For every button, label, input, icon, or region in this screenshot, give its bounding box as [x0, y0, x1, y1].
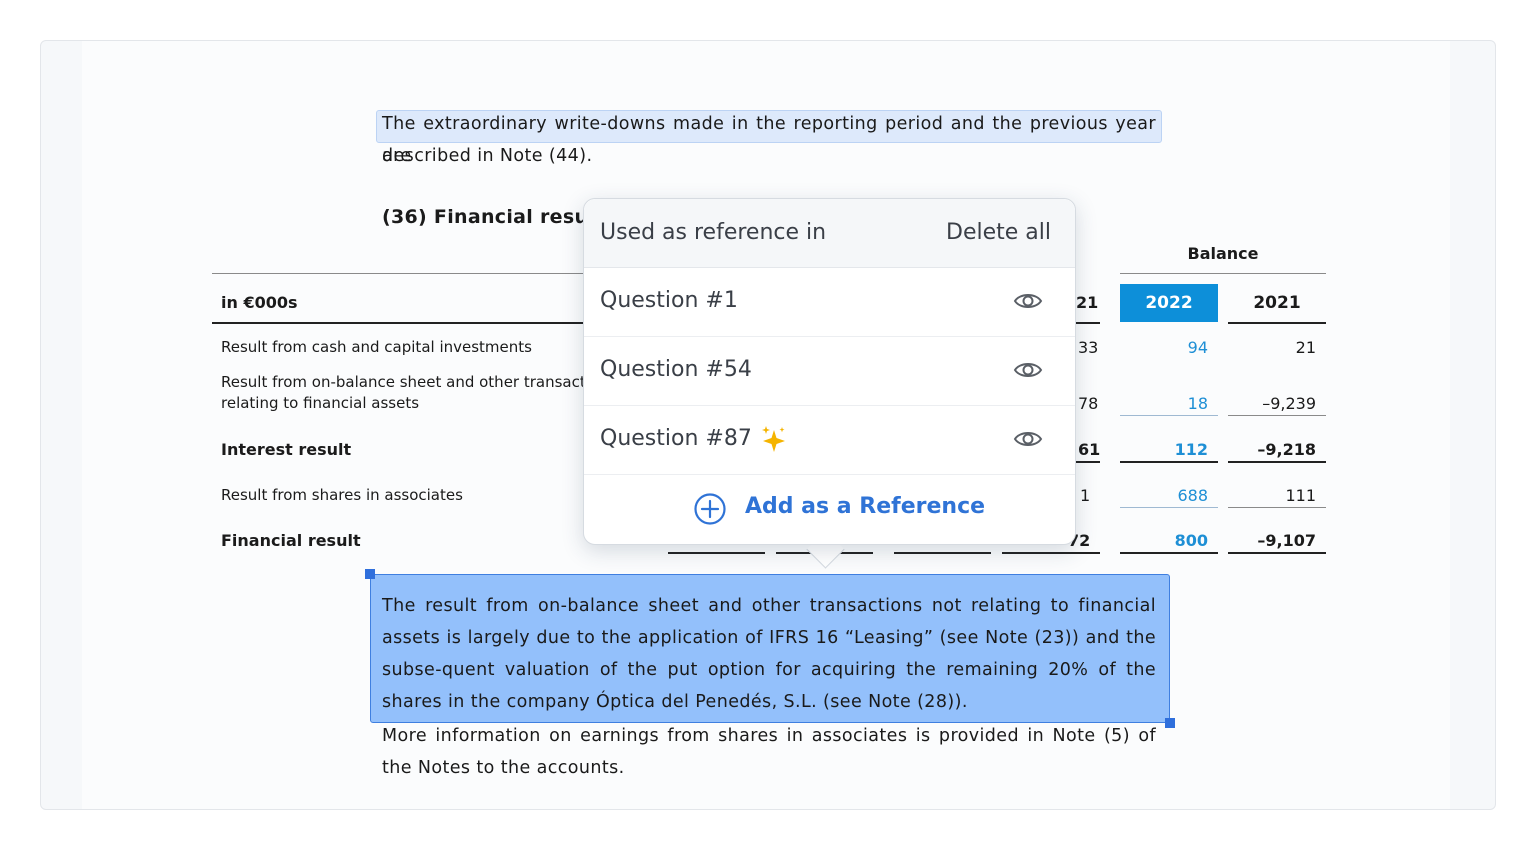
row-rule — [1120, 415, 1218, 416]
reference-item-label: Question #54 — [600, 357, 752, 382]
header-rule-2021 — [1228, 322, 1326, 324]
row-label-line-1: Result from on-balance sheet and other t… — [221, 373, 590, 391]
delete-all-button[interactable]: Delete all — [946, 220, 1051, 245]
reference-item[interactable]: Question #1 — [584, 268, 1075, 337]
row-rule — [1228, 507, 1326, 508]
table-top-rule — [212, 273, 584, 274]
row-value-2021: 21 — [1295, 338, 1316, 357]
row-label: Result from shares in associates — [221, 486, 463, 504]
row-fragment: 78 — [1078, 394, 1099, 413]
row-value-2022[interactable]: 688 — [1118, 486, 1208, 505]
row-label-line-2: relating to financial assets — [221, 394, 420, 412]
row-rule — [1228, 461, 1326, 463]
plus-circle-icon — [693, 492, 727, 530]
row-rule — [1120, 507, 1218, 508]
row-value-2022[interactable]: 800 — [1118, 531, 1208, 550]
row-rule — [668, 552, 765, 554]
year-2022-header[interactable]: 2022 — [1120, 284, 1218, 322]
row-fragment: 61 — [1078, 440, 1101, 459]
popup-header: Used as reference in Delete all — [584, 199, 1075, 268]
balance-top-rule — [1120, 273, 1326, 274]
row-value-2021: –9,107 — [1257, 531, 1316, 550]
row-rule — [1120, 461, 1218, 463]
row-value-2021: –9,218 — [1257, 440, 1316, 459]
row-rule — [1075, 461, 1100, 463]
row-label: Interest result — [221, 440, 352, 459]
unit-label: in €000s — [221, 293, 298, 312]
eye-icon[interactable] — [1013, 428, 1043, 454]
header-rule-frag — [1075, 322, 1100, 324]
paragraph-1-line-2: described in Note (44). — [382, 146, 593, 166]
header-rule — [212, 322, 584, 324]
popup-title: Used as reference in — [600, 220, 827, 245]
sparkle-icon — [760, 424, 788, 458]
reference-item[interactable]: Question #87 — [584, 406, 1075, 475]
row-label: Financial result — [221, 531, 361, 550]
reference-item[interactable]: Question #54 — [584, 337, 1075, 406]
row-rule — [1120, 552, 1218, 554]
selection-handle-end[interactable] — [1165, 718, 1175, 728]
reference-item-label: Question #87 — [600, 426, 752, 451]
row-label: Result from cash and capital investments — [221, 338, 532, 356]
paragraph-3: More information on earnings from shares… — [382, 726, 1156, 778]
row-value-2022[interactable]: 18 — [1118, 394, 1208, 413]
balance-header: Balance — [1187, 244, 1259, 263]
row-value-2021: –9,239 — [1262, 394, 1316, 413]
selection-handle-start[interactable] — [365, 569, 375, 579]
eye-icon[interactable] — [1013, 359, 1043, 385]
row-value-2022[interactable]: 94 — [1118, 338, 1208, 357]
row-rule — [1228, 552, 1326, 554]
row-fragment: 33 — [1078, 338, 1099, 357]
eye-icon[interactable] — [1013, 290, 1043, 316]
section-title: (36) Financial result — [382, 206, 605, 228]
row-rule — [1228, 415, 1326, 416]
reference-popup: Used as reference in Delete all Question… — [583, 198, 1076, 545]
row-value-2021: 111 — [1285, 486, 1316, 505]
year-2021-header: 2021 — [1253, 293, 1301, 313]
add-as-reference-button[interactable]: Add as a Reference — [584, 475, 1075, 545]
row-rule — [1002, 552, 1100, 554]
row-fragment: 1 — [1080, 486, 1091, 505]
reference-item-label: Question #1 — [600, 288, 738, 313]
paragraph-2: The result from on-balance sheet and oth… — [382, 596, 1156, 712]
row-rule — [894, 552, 991, 554]
row-value-2022[interactable]: 112 — [1118, 440, 1208, 459]
add-as-reference-label: Add as a Reference — [745, 494, 986, 519]
header-fragment: 21 — [1076, 293, 1099, 312]
